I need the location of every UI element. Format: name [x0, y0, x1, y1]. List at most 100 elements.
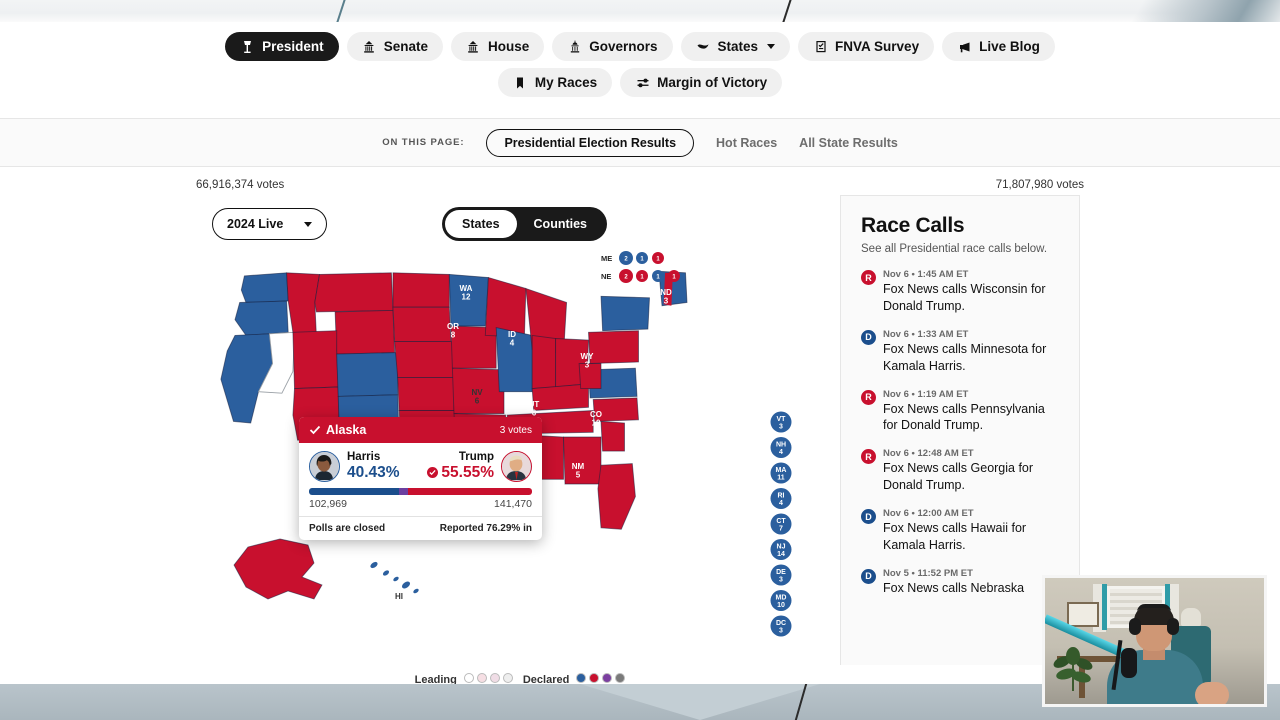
map-state-ne[interactable]	[394, 341, 455, 379]
map-state-nd[interactable]	[392, 272, 450, 308]
district-dot-ne-3[interactable]: 1	[652, 270, 664, 282]
race-call-item[interactable]: R Nov 6 • 12:48 AM ET Fox News calls Georg…	[861, 448, 1059, 494]
nav-pill-senate[interactable]: Senate	[346, 32, 443, 61]
race-call-item[interactable]: R Nov 6 • 1:19 AM ET Fox News calls Pennsy…	[861, 389, 1059, 435]
map-bubble-de[interactable]: DE 3	[770, 564, 792, 586]
district-dot-me-2[interactable]: 1	[636, 252, 648, 264]
map-label-mo: MO 10	[747, 418, 760, 436]
party-badge-r: R	[861, 270, 876, 285]
map-state-hi-island[interactable]	[401, 580, 412, 590]
map-state-mt[interactable]	[314, 272, 394, 313]
streamer-hand	[1195, 682, 1229, 704]
nav-pill-house[interactable]: House	[450, 32, 545, 61]
map-state-wv[interactable]	[578, 363, 602, 390]
legend-declared-dot	[602, 673, 613, 683]
map-state-mo[interactable]	[451, 367, 505, 415]
district-dot-me-1[interactable]: 2	[619, 251, 633, 265]
race-call-body: Nov 6 • 12:48 AM ET Fox News calls Georgi…	[883, 448, 1059, 494]
map-state-hi-island[interactable]	[369, 561, 378, 570]
map-state-hi-island[interactable]	[412, 588, 419, 594]
microphone	[1121, 648, 1137, 678]
district-dot-me-3[interactable]: 1	[652, 252, 664, 264]
nav-pill-my-races[interactable]: My Races	[497, 68, 613, 97]
map-state-sd[interactable]	[392, 306, 452, 343]
tooltip-trump-pct-value: 55.55%	[441, 464, 494, 482]
map-state-hi-island[interactable]	[392, 576, 399, 582]
map-label-al: AL 9	[824, 498, 835, 516]
district-dot-ne-2[interactable]: 1	[636, 270, 648, 282]
nav-pill-label: President	[262, 39, 324, 54]
map-state-wa[interactable]	[240, 272, 289, 303]
party-badge-d: D	[861, 329, 876, 345]
anchor-all-state-results[interactable]: All State Results	[799, 136, 898, 150]
race-call-item[interactable]: D Nov 5 • 11:52 PM ET Fox News calls Nebra…	[861, 568, 1059, 597]
map-state-pa[interactable]	[588, 330, 639, 364]
map-bubble-ct[interactable]: CT 7	[770, 513, 792, 535]
map-state-wi[interactable]	[484, 276, 527, 338]
map-bubble-ma[interactable]: MA 11	[770, 462, 792, 484]
map-bubble-dc[interactable]: DC 3	[770, 615, 792, 637]
nav-pill-president[interactable]: President	[225, 32, 339, 61]
nav-pill-states[interactable]: States	[680, 32, 791, 61]
district-dot-ne-1[interactable]: 2	[619, 269, 633, 283]
map-state-ut[interactable]	[292, 330, 339, 390]
legend-declared-group: Declared	[523, 673, 626, 684]
map-bubble-nj[interactable]: NJ 14	[770, 539, 792, 560]
map-state-ky[interactable]	[531, 383, 589, 411]
race-call-body: Nov 5 • 11:52 PM ET Fox News calls Nebras…	[883, 568, 1024, 597]
district-row-label-ne: NE	[601, 272, 611, 281]
map-state-il[interactable]	[495, 327, 533, 393]
nav-pill-live-blog[interactable]: Live Blog	[942, 32, 1055, 61]
tooltip-candidate-trump: Trump 55.55%	[427, 451, 532, 483]
anchor-presidential-election-results[interactable]: Presidential Election Results	[486, 128, 695, 157]
map-state-wy[interactable]	[334, 309, 396, 355]
map-state-ny[interactable]	[600, 295, 650, 332]
legend-leading-dot	[463, 673, 474, 683]
tooltip-vote-counts: 102,969 141,470	[309, 498, 532, 510]
nav-pill-governors[interactable]: Governors	[552, 32, 673, 61]
map-state-co[interactable]	[336, 352, 399, 397]
dem-total-votes: 66,916,374 votes	[196, 179, 285, 191]
toggle-states[interactable]: States	[445, 210, 517, 238]
tooltip-trump-text: Trump 55.55%	[427, 451, 494, 482]
year-select[interactable]: 2024 Live	[212, 208, 327, 240]
race-call-item[interactable]: D Nov 6 • 1:33 AM ET Fox News calls Minnes…	[861, 329, 1059, 375]
anchor-hot-races[interactable]: Hot Races	[716, 136, 777, 150]
nav-pill-label: States	[717, 39, 759, 54]
nav-pill-label: House	[487, 39, 530, 54]
nav-pill-margin-of-victory[interactable]: Margin of Victory	[620, 68, 783, 97]
tooltip-electoral-votes: 3 votes	[499, 424, 532, 436]
map-state-ks[interactable]	[397, 377, 455, 411]
map-state-id[interactable]	[286, 272, 321, 336]
map-bubble-vt[interactable]: VT 3	[770, 411, 792, 433]
nav-pill-fnva-survey[interactable]: FNVA Survey	[798, 32, 935, 61]
map-state-nc[interactable]	[592, 397, 639, 422]
map-bubble-ri[interactable]: RI 4	[770, 488, 792, 509]
legend-leading-dot	[502, 673, 513, 683]
states-counties-toggle[interactable]: States Counties	[442, 207, 608, 241]
map-label-mn: MN 10	[717, 306, 730, 324]
state-tooltip-alaska[interactable]: Alaska 3 votes Harris 40.43% Trump 55.55…	[299, 417, 542, 541]
tooltip-candidate-harris: Harris 40.43%	[309, 451, 400, 483]
map-state-hi-island[interactable]	[382, 569, 390, 576]
map-state-or[interactable]	[234, 300, 289, 336]
race-call-item[interactable]: D Nov 6 • 12:00 AM ET Fox News calls Hawai…	[861, 508, 1059, 554]
party-badge-r: R	[861, 449, 876, 465]
map-state-mn[interactable]	[448, 273, 489, 327]
district-dot-ne-4[interactable]: 1	[668, 270, 680, 282]
legend-leading-dot	[489, 673, 500, 683]
race-call-item[interactable]: R Nov 6 • 1:45 AM ET Fox News calls Wiscon…	[861, 269, 1059, 315]
us-electoral-map[interactable]: WA12OR8CA54NV6ID4MT4WY3UT6AZ11CO10NM5ND3…	[196, 247, 844, 647]
stream-background-top	[0, 0, 1280, 22]
map-state-ga[interactable]	[563, 436, 602, 485]
map-bubble-nh[interactable]: NH 4	[770, 437, 792, 458]
race-nav-row-2: My Races Margin of Victory	[0, 68, 1280, 97]
race-call-text: Fox News calls Georgia for Donald Trump.	[883, 461, 1034, 493]
map-state-ak[interactable]	[233, 538, 323, 600]
map-state-in[interactable]	[531, 334, 557, 390]
table-lamp	[1181, 608, 1201, 626]
toggle-counties[interactable]: Counties	[517, 210, 604, 238]
map-bubble-md[interactable]: MD 10	[770, 590, 792, 611]
map-state-sc[interactable]	[600, 420, 625, 452]
map-state-fl[interactable]	[597, 463, 636, 530]
